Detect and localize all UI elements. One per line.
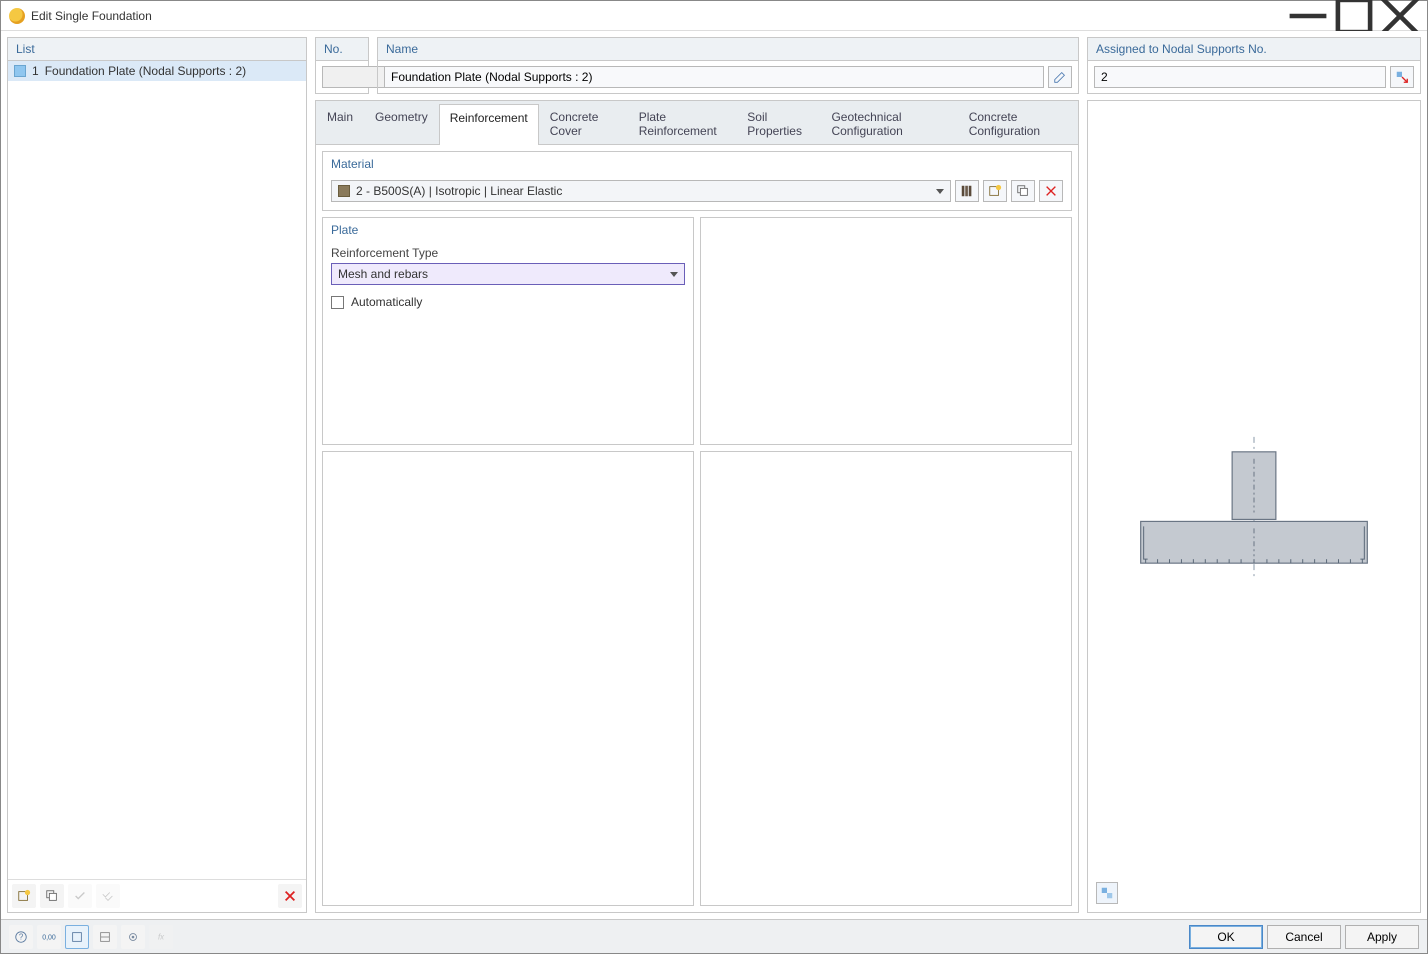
- right-column: Assigned to Nodal Supports No.: [1087, 37, 1421, 913]
- tab-geotechnical-config[interactable]: Geotechnical Configuration: [820, 103, 957, 144]
- material-library-button[interactable]: [955, 180, 979, 202]
- chevron-down-icon: [670, 272, 678, 277]
- check-all-button: [96, 884, 120, 908]
- reinforcement-type-value: Mesh and rebars: [338, 267, 428, 281]
- tabs-panel: Main Geometry Reinforcement Concrete Cov…: [315, 100, 1079, 913]
- material-new-button[interactable]: [983, 180, 1007, 202]
- assigned-input[interactable]: [1094, 66, 1386, 88]
- copy-item-button[interactable]: [40, 884, 64, 908]
- material-swatch: [338, 185, 350, 197]
- name-panel: Name: [377, 37, 1079, 94]
- material-copy-button[interactable]: [1011, 180, 1035, 202]
- material-delete-button[interactable]: [1039, 180, 1063, 202]
- close-button[interactable]: [1377, 2, 1423, 30]
- units-button[interactable]: 0,00: [37, 925, 61, 949]
- list-item-no: 1: [32, 64, 39, 78]
- empty-section-bottom-right: [700, 451, 1072, 906]
- tab-concrete-cover[interactable]: Concrete Cover: [539, 103, 628, 144]
- tab-geometry[interactable]: Geometry: [364, 103, 439, 144]
- tab-soil-properties[interactable]: Soil Properties: [736, 103, 820, 144]
- assigned-pick-button[interactable]: [1390, 66, 1414, 88]
- new-item-button[interactable]: [12, 884, 36, 908]
- dialog-window: Edit Single Foundation List 1 Foundation…: [0, 0, 1428, 954]
- chevron-down-icon: [936, 189, 944, 194]
- reinforcement-type-combo[interactable]: Mesh and rebars: [331, 263, 685, 285]
- main-column: No. Name Ma: [315, 37, 1079, 913]
- material-title: Material: [323, 152, 1071, 176]
- list-item-label: Foundation Plate (Nodal Supports : 2): [45, 64, 246, 78]
- svg-text:fx: fx: [158, 932, 165, 941]
- empty-section-bottom-left: [322, 451, 694, 906]
- function-button: fx: [149, 925, 173, 949]
- cancel-button[interactable]: Cancel: [1267, 925, 1341, 949]
- content-area: List 1 Foundation Plate (Nodal Supports …: [1, 31, 1427, 919]
- material-value: 2 - B500S(A) | Isotropic | Linear Elasti…: [356, 184, 562, 198]
- help-button[interactable]: ?: [9, 925, 33, 949]
- maximize-button[interactable]: [1331, 2, 1377, 30]
- foundation-preview-svg: [1088, 101, 1420, 912]
- tab-concrete-config[interactable]: Concrete Configuration: [958, 103, 1078, 144]
- window-title: Edit Single Foundation: [31, 9, 1285, 23]
- reinf-type-label: Reinforcement Type: [331, 246, 685, 260]
- plate-title: Plate: [323, 218, 693, 242]
- plate-row: Plate Reinforcement Type Mesh and rebars…: [322, 217, 1072, 445]
- auto-checkbox-row[interactable]: Automatically: [331, 295, 685, 309]
- name-input[interactable]: [384, 66, 1044, 88]
- plate-section: Plate Reinforcement Type Mesh and rebars…: [322, 217, 694, 445]
- list-panel: List 1 Foundation Plate (Nodal Supports …: [7, 37, 307, 913]
- name-edit-button[interactable]: [1048, 66, 1072, 88]
- app-icon: [9, 8, 25, 24]
- view-mode-1-button[interactable]: [65, 925, 89, 949]
- material-combo[interactable]: 2 - B500S(A) | Isotropic | Linear Elasti…: [331, 180, 951, 202]
- tab-plate-reinforcement[interactable]: Plate Reinforcement: [628, 103, 737, 144]
- tab-reinforcement[interactable]: Reinforcement: [439, 104, 539, 145]
- header-fields-row: No. Name: [315, 37, 1079, 94]
- no-panel: No.: [315, 37, 369, 94]
- svg-text:0,00: 0,00: [42, 934, 56, 941]
- svg-text:?: ?: [19, 932, 24, 941]
- name-header: Name: [378, 38, 1078, 61]
- auto-label: Automatically: [351, 295, 422, 309]
- titlebar: Edit Single Foundation: [1, 1, 1427, 31]
- list-column: List 1 Foundation Plate (Nodal Supports …: [7, 37, 307, 913]
- ok-button[interactable]: OK: [1189, 925, 1263, 949]
- view-mode-2-button[interactable]: [93, 925, 117, 949]
- list-toolbar: [8, 879, 306, 912]
- tabs-bar: Main Geometry Reinforcement Concrete Cov…: [316, 101, 1078, 145]
- auto-checkbox[interactable]: [331, 296, 344, 309]
- dialog-footer: ? 0,00 fx OK Cancel Apply: [1, 919, 1427, 953]
- no-header: No.: [316, 38, 368, 61]
- preview-panel: [1087, 100, 1421, 913]
- minimize-button[interactable]: [1285, 2, 1331, 30]
- settings-button[interactable]: [121, 925, 145, 949]
- assigned-header: Assigned to Nodal Supports No.: [1088, 38, 1420, 61]
- list-item-swatch: [14, 65, 26, 77]
- material-section: Material 2 - B500S(A) | Isotropic | Line…: [322, 151, 1072, 211]
- delete-item-button[interactable]: [278, 884, 302, 908]
- empty-section-top-right: [700, 217, 1072, 445]
- apply-button[interactable]: Apply: [1345, 925, 1419, 949]
- tab-main[interactable]: Main: [316, 103, 364, 144]
- list-body[interactable]: 1 Foundation Plate (Nodal Supports : 2): [8, 61, 306, 879]
- assigned-panel: Assigned to Nodal Supports No.: [1087, 37, 1421, 94]
- preview-settings-button[interactable]: [1096, 882, 1118, 904]
- list-item[interactable]: 1 Foundation Plate (Nodal Supports : 2): [8, 61, 306, 81]
- list-header: List: [8, 38, 306, 61]
- empty-row: [322, 451, 1072, 906]
- check-button: [68, 884, 92, 908]
